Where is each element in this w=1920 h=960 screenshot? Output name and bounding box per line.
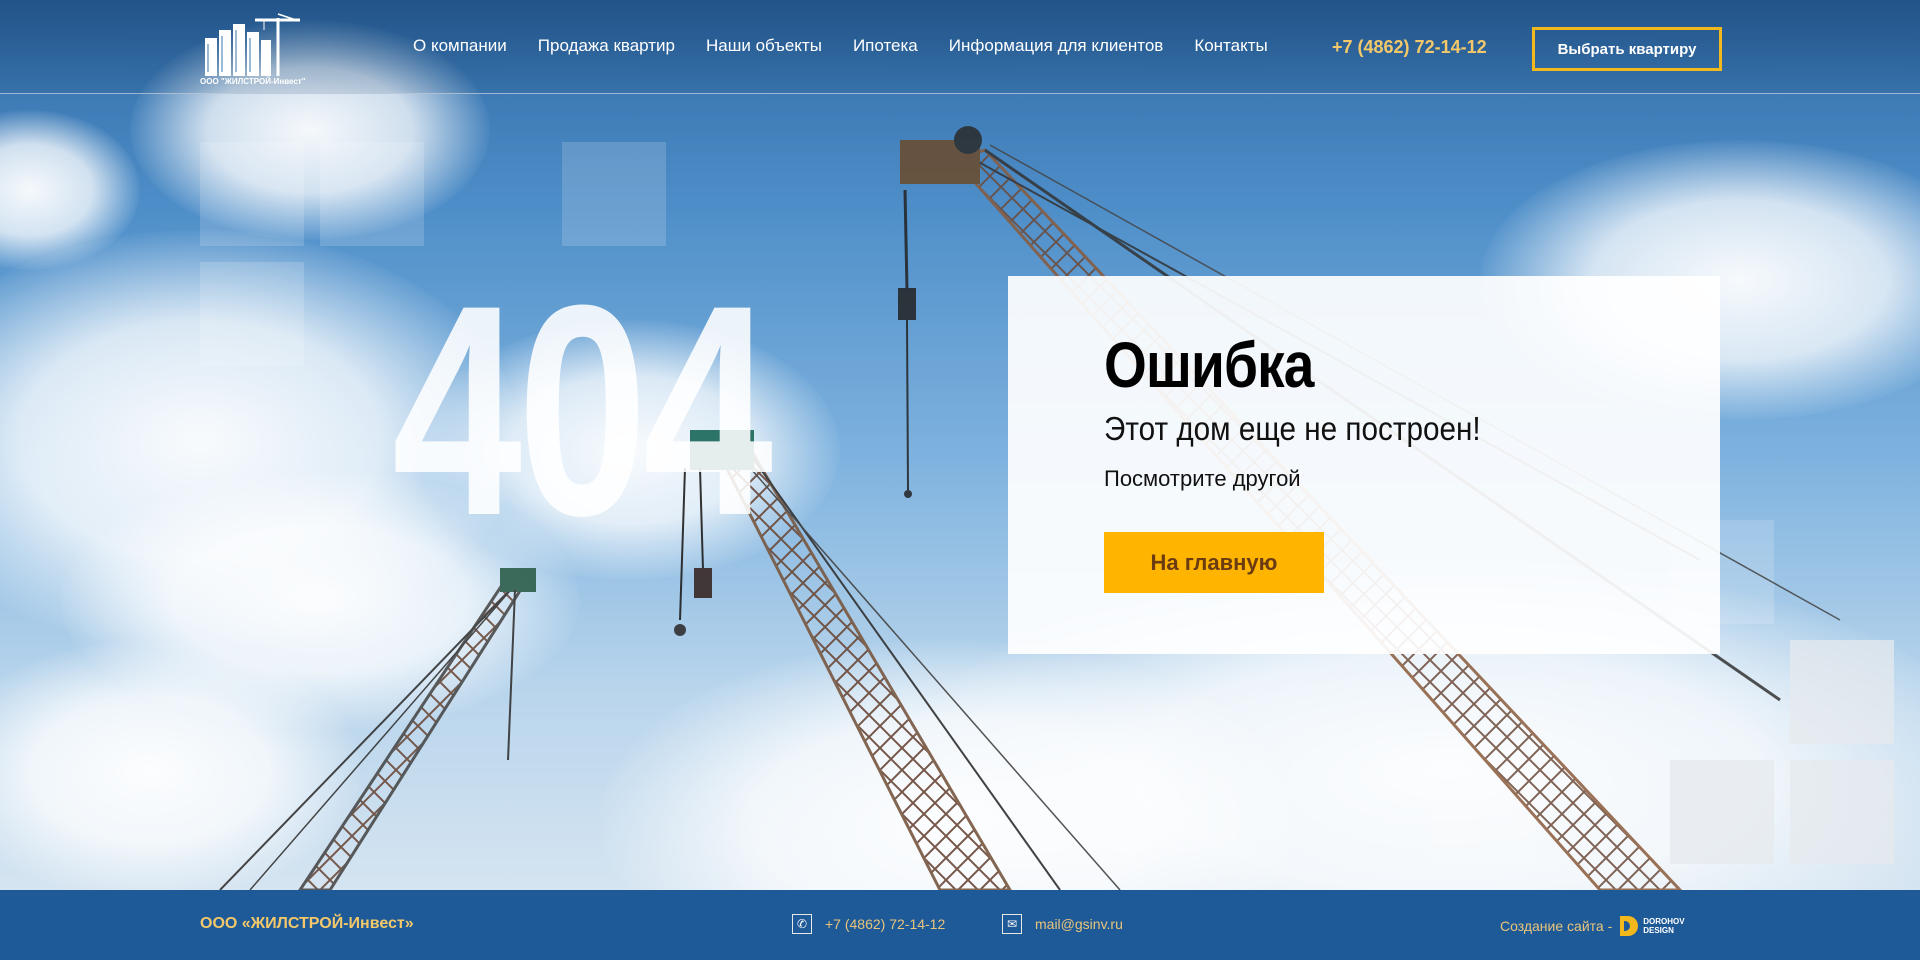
decor-square [562, 142, 666, 246]
nav-item-mortgage[interactable]: Ипотека [853, 36, 918, 56]
footer-phone-text: +7 (4862) 72-14-12 [825, 916, 946, 932]
company-logo[interactable]: ООО "ЖИЛСТРОЙ-Инвест" [200, 10, 306, 88]
logo-caption: ООО "ЖИЛСТРОЙ-Инвест" [200, 77, 306, 86]
nav-item-client-info[interactable]: Информация для клиентов [949, 36, 1164, 56]
footer-company-name: ООО «ЖИЛСТРОЙ-Инвест» [200, 915, 414, 932]
error-code: 404 [392, 242, 773, 578]
credit-brand-line2: DESIGN [1643, 926, 1674, 935]
decor-square [1790, 760, 1894, 864]
decor-square [1670, 760, 1774, 864]
building-crane-logo-icon [205, 13, 300, 76]
site-footer: ООО «ЖИЛСТРОЙ-Инвест» ✆ +7 (4862) 72-14-… [0, 890, 1920, 960]
decor-square [1790, 640, 1894, 744]
nav-item-our-objects[interactable]: Наши объекты [706, 36, 822, 56]
cloud [0, 640, 360, 900]
dorohov-design-wordmark: DOROHOV DESIGN [1643, 917, 1684, 935]
footer-email[interactable]: ✉ mail@gsinv.ru [1002, 914, 1123, 934]
error-title: Ошибка [1104, 329, 1314, 401]
phone-icon: ✆ [792, 914, 812, 934]
site-header: ООО "ЖИЛСТРОЙ-Инвест" О компании Продажа… [0, 0, 1920, 94]
cloud [0, 110, 140, 270]
credit-brand-line1: DOROHOV [1643, 917, 1685, 926]
nav-item-apartment-sales[interactable]: Продажа квартир [538, 36, 675, 56]
page-404: 404 ООО "ЖИЛСТРОЙ-Инвест" О компании Про… [0, 0, 1920, 960]
home-button[interactable]: На главную [1104, 532, 1324, 593]
crane-left [219, 568, 536, 890]
header-phone[interactable]: +7 (4862) 72-14-12 [1332, 37, 1487, 58]
error-hint: Посмотрите другой [1104, 466, 1301, 491]
credit-label: Создание сайта - [1500, 918, 1613, 934]
nav-item-about[interactable]: О компании [413, 36, 507, 56]
error-card: Ошибка Этот дом еще не построен! Посмотр… [1008, 276, 1720, 654]
footer-phone[interactable]: ✆ +7 (4862) 72-14-12 [792, 914, 945, 934]
choose-apartment-button[interactable]: Выбрать квартиру [1532, 27, 1722, 71]
dorohov-d-icon [1620, 916, 1639, 936]
decor-square [320, 142, 424, 246]
decor-square [200, 142, 304, 246]
error-subtitle: Этот дом еще не построен! [1104, 410, 1481, 447]
footer-email-text: mail@gsinv.ru [1035, 916, 1123, 932]
dorohov-design-logo: DOROHOV DESIGN [1620, 916, 1685, 936]
nav-item-contacts[interactable]: Контакты [1194, 36, 1267, 56]
decor-square [200, 262, 304, 366]
mail-icon: ✉ [1002, 914, 1022, 934]
site-credit[interactable]: Создание сайта - DOROHOV DESIGN [1500, 916, 1685, 936]
main-nav: О компании Продажа квартир Наши объекты … [413, 36, 1299, 56]
decor-square [1430, 760, 1534, 864]
